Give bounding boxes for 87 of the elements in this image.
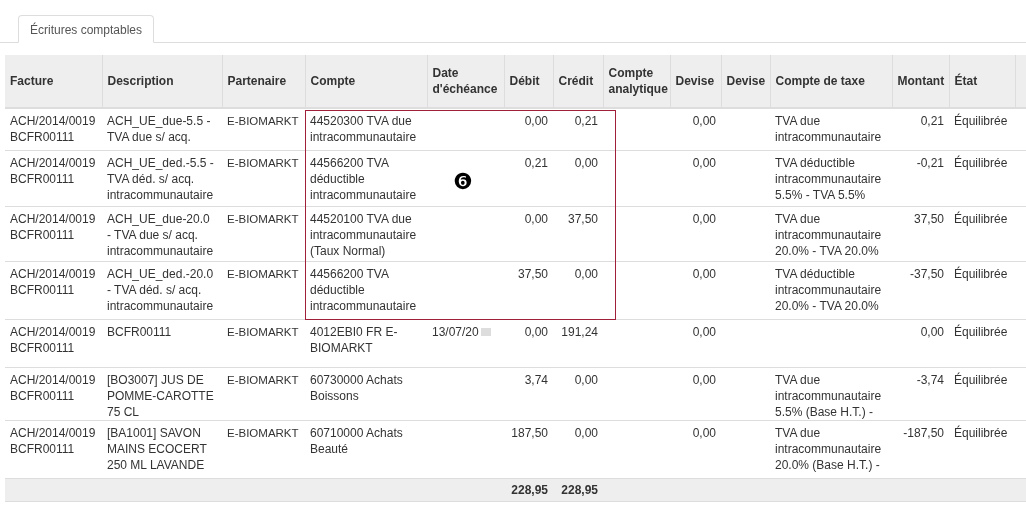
table-cell: 13/07/20	[432, 324, 479, 339]
table-cell: E-BIOMARKT	[227, 325, 299, 338]
table-cell: ACH/2014/0019 BCFR00111	[10, 324, 96, 355]
table-cell: E-BIOMARKT	[227, 373, 299, 386]
blurred-text	[480, 328, 491, 337]
table-cell: TVA due intracommunautaire 5.5% (Base H.T.) -	[775, 372, 882, 419]
table-cell: TVA due intracommunautaire 20.0% (Base H.T.) -	[775, 425, 882, 472]
table-cell: Équilibrée	[954, 266, 1008, 281]
table-cell: 44520300 TVA due intracommunautaire	[310, 114, 417, 144]
column-header[interactable]: Débit	[509, 73, 548, 89]
table-cell: 0,00	[524, 324, 548, 339]
table-cell: 0,00	[692, 266, 716, 281]
table-cell: BCFR00111	[107, 324, 172, 339]
table-cell: E-BIOMARKT	[227, 212, 299, 225]
column-header[interactable]: Date d'échéance	[432, 65, 499, 97]
table-cell: 0,00	[574, 155, 598, 170]
table-cell: TVA due intracommunautaire 20.0% - TVA 20.0%	[775, 211, 882, 258]
table-cell: Équilibrée	[954, 211, 1008, 226]
column-header[interactable]: Partenaire	[227, 73, 300, 89]
table-cell: TVA déductible intracommunautaire 5.5% - TVA 5.5%	[775, 155, 882, 202]
table-cell: ACH/2014/0019 BCFR00111	[10, 155, 96, 186]
total-cell: 228,95	[511, 482, 548, 497]
column-header[interactable]: Devise	[675, 73, 716, 89]
table-cell: 0,00	[524, 211, 548, 226]
table-cell: 0,00	[692, 211, 716, 226]
table-cell: 0,00	[574, 372, 598, 387]
table-cell: 37,50	[567, 211, 598, 226]
table-cell: 3,74	[524, 372, 548, 387]
column-header[interactable]: Compte de taxe	[775, 73, 887, 89]
table-cell: 0,00	[574, 266, 598, 281]
table-cell: 44566200 TVA déductible intracommunautaire	[310, 266, 417, 313]
table-cell: E-BIOMARKT	[227, 156, 299, 169]
table-cell: 60730000 Achats Boissons	[310, 372, 403, 403]
table-cell: ACH_UE_ded.-20.0 - TVA déd. s/ acq. intracommunautaire	[107, 266, 214, 313]
table-cell: 0,00	[692, 324, 716, 339]
table-cell: 191,24	[561, 324, 598, 339]
table-cell: -37,50	[909, 266, 944, 281]
tab[interactable]: Écritures comptables	[18, 15, 155, 43]
column-header[interactable]: Montant	[897, 73, 944, 89]
table-cell: 0,00	[524, 114, 548, 128]
table-cell: -187,50	[903, 425, 944, 440]
table-cell: TVA due intracommunautaire	[775, 114, 882, 144]
table-cell: 0,21	[920, 114, 944, 128]
total-cell: 228,95	[561, 482, 598, 497]
table-cell: Équilibrée	[954, 114, 1008, 128]
table-cell: 0,21	[574, 114, 598, 128]
table-cell: ACH_UE_due-20.0 - TVA due s/ acq. intracommunautaire	[107, 211, 214, 258]
table-cell: ACH_UE_due-5.5 - TVA due s/ acq.	[107, 114, 211, 144]
table-cell: -3,74	[916, 372, 944, 387]
table-cell: Équilibrée	[954, 324, 1008, 339]
column-header[interactable]: Compte	[310, 73, 422, 89]
table-cell: ACH/2014/0019 BCFR00111	[10, 114, 96, 144]
table-cell: TVA déductible intracommunautaire 20.0% - TVA 20.0%	[775, 266, 882, 313]
table-cell: 0,00	[920, 324, 944, 339]
table-cell: 44566200 TVA déductible intracommunautaire	[310, 155, 417, 202]
table-cell: 0,00	[574, 425, 598, 440]
column-header[interactable]: Description	[107, 73, 217, 89]
table-cell: Équilibrée	[954, 372, 1008, 387]
table-cell: ACH/2014/0019 BCFR00111	[10, 266, 96, 297]
table-cell: 0,00	[692, 114, 716, 128]
table-cell: [BO3007] JUS DE POMME-CAROTTE 75 CL	[107, 372, 214, 419]
column-header[interactable]: Facture	[10, 73, 97, 89]
table-cell: ACH/2014/0019 BCFR00111	[10, 372, 96, 403]
table-cell: Équilibrée	[954, 155, 1008, 170]
callout-marker: ❻	[453, 171, 473, 193]
column-header[interactable]: Devise	[726, 73, 765, 89]
table-cell: 0,21	[524, 155, 548, 170]
table-cell: 44520100 TVA due intracommunautaire (Taux Normal)	[310, 211, 417, 258]
table-cell: E-BIOMARKT	[227, 426, 299, 439]
table-cell: 0,00	[692, 425, 716, 440]
table-cell: 0,00	[692, 155, 716, 170]
table-cell: 37,50	[913, 211, 944, 226]
table-cell: 37,50	[517, 266, 548, 281]
table-cell: 0,00	[692, 372, 716, 387]
table-cell: E-BIOMARKT	[227, 115, 299, 127]
table-cell: 187,50	[511, 425, 548, 440]
table-cell: E-BIOMARKT	[227, 267, 299, 280]
table-cell: ACH/2014/0019 BCFR00111	[10, 425, 96, 456]
table-cell: -0,21	[916, 155, 944, 170]
table-cell: 60710000 Achats Beauté	[310, 425, 403, 456]
table-cell: ACH_UE_ded.-5.5 - TVA déd. s/ acq. intracommunautaire	[107, 155, 214, 202]
table-cell: ACH/2014/0019 BCFR00111	[10, 211, 96, 242]
column-header[interactable]: Crédit	[558, 73, 598, 89]
table-cell: [BA1001] SAVON MAINS ECOCERT 250 ML LAVANDE	[107, 425, 207, 472]
table-cell: Équilibrée	[954, 425, 1008, 440]
column-header[interactable]: État	[954, 73, 1010, 89]
table-cell: 4012EBI0 FR E-BIOMARKT	[310, 324, 398, 355]
